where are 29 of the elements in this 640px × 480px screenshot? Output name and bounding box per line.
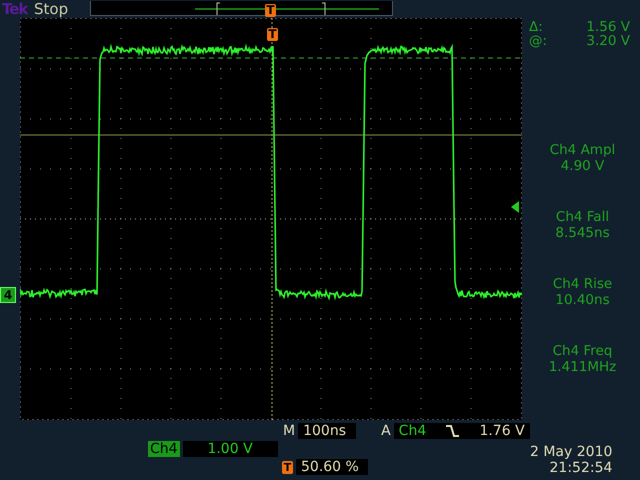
cursor-value: 3.20 V [586,34,630,48]
measurement-value: 4.90 V [560,158,604,174]
trigger-position-icon: T [282,460,293,474]
timebase-label: M [283,423,296,439]
trigger-marker: T [265,4,276,16]
trigger-level-icon [511,201,519,213]
measurement-label: Ch4 Rise [552,276,612,292]
trigger-label: A [381,423,391,439]
brand-logo: Tek [2,0,30,18]
cursor-label: Δ: [529,20,543,34]
cursor-value: 1.56 V [586,20,630,34]
measurement-label: Ch4 Ampl [550,142,616,158]
measurement-value: 10.40ns [555,292,610,308]
date-text: 2 May 2010 [530,444,612,460]
channel-marker: 4 [0,287,16,303]
trigger-voltage: 1.76 V [479,423,525,439]
acquisition-status: Stop [34,0,70,18]
channel-badge: Ch4 [148,441,180,457]
measurement-label: Ch4 Fall [556,209,610,225]
time-text: 21:52:54 [550,460,612,476]
measurement-value: 1.411MHz [548,359,616,375]
trigger-marker: T [267,28,278,41]
timebase-value: 100ns [298,423,356,439]
channel-scale: 1.00 V [182,441,278,457]
measurement-label: Ch4 Freq [552,343,612,359]
cursor-label: @: [529,34,548,48]
trigger-source: Ch4 [398,423,426,439]
measurement-value: 8.545ns [555,225,610,241]
trigger-position-value: 50.60 % [296,459,368,475]
